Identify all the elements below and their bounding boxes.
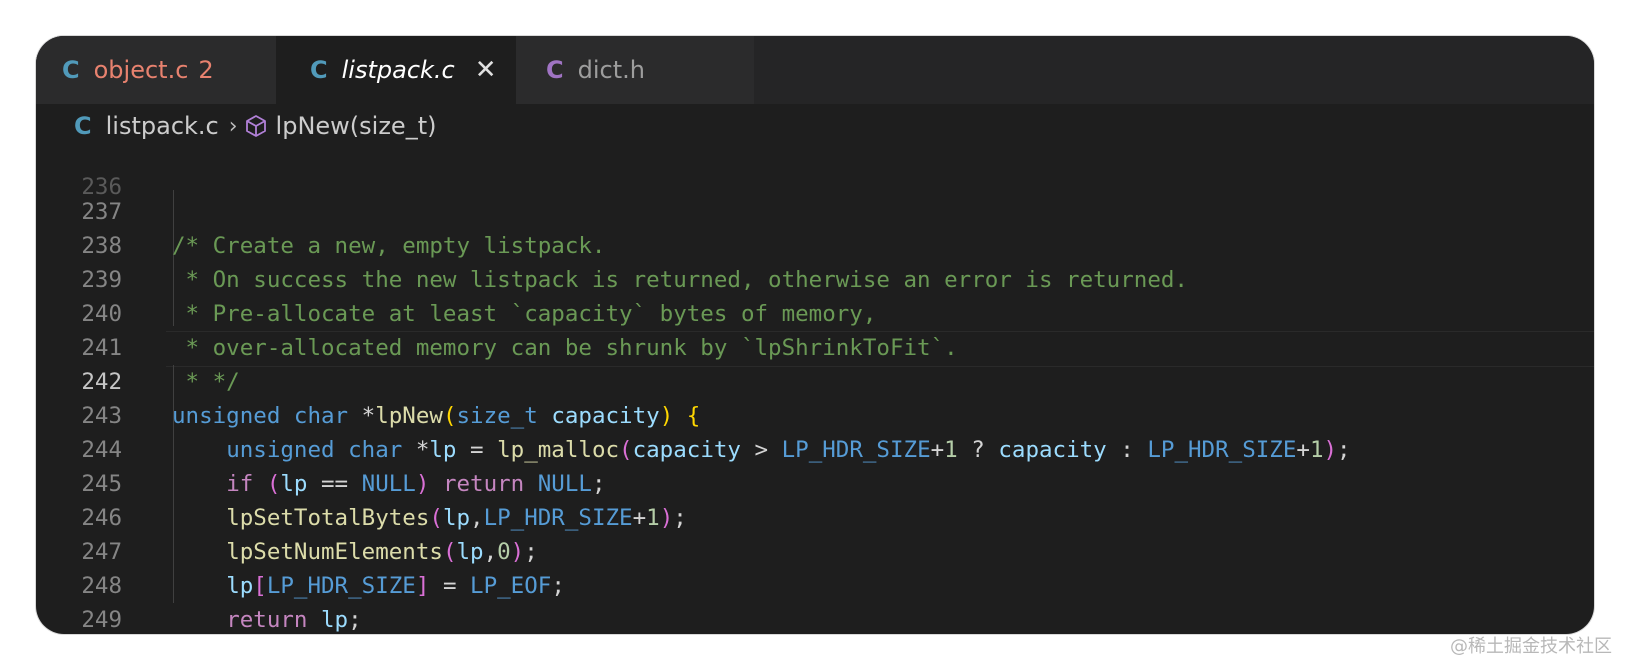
code-line: 246 lpSetNumElements(lp,0);: [36, 467, 1594, 565]
code-line-current: 242 unsigned char *lpNew(size_t capacity…: [36, 331, 1594, 429]
breadcrumb: C listpack.c › lpNew(size_t): [36, 104, 1594, 148]
tab-label: listpack.c: [341, 56, 455, 84]
close-icon[interactable]: ✕: [475, 55, 497, 85]
tab-bar: C object.c 2 C listpack.c ✕ C dict.h: [36, 36, 1594, 104]
code-line: 245 lpSetTotalBytes(lp,LP_HDR_SIZE+1);: [36, 433, 1594, 531]
code-line: 241 * */: [36, 297, 1594, 395]
code-line: 240 * over-allocated memory can be shrun…: [36, 263, 1594, 361]
tab-label: object.c: [93, 56, 189, 84]
code-line: 249 }: [36, 569, 1594, 633]
line-number: 249: [81, 607, 122, 633]
code-line: 238 * On success the new listpack is ret…: [36, 195, 1594, 293]
c-file-icon: C: [310, 56, 328, 84]
code-line: 243 unsigned char *lp = lp_malloc(capaci…: [36, 365, 1594, 463]
method-cube-icon: [245, 115, 266, 137]
code-text: return lp;: [226, 607, 362, 633]
code-line: 237 /* Create a new, empty listpack.: [36, 161, 1594, 259]
code-line: 239 * Pre-allocate at least `capacity` b…: [36, 229, 1594, 327]
tab-listpack-c[interactable]: C listpack.c ✕: [276, 36, 516, 104]
tab-label: dict.h: [577, 56, 645, 84]
chevron-right-icon: ›: [228, 113, 238, 139]
c-header-icon: C: [546, 56, 564, 84]
code-line: 247 lp[LP_HDR_SIZE] = LP_EOF;: [36, 501, 1594, 599]
code-line: 248 return lp;: [36, 535, 1594, 633]
watermark: @稀土掘金技术社区: [1450, 636, 1612, 657]
code-line: 244 if (lp == NULL) return NULL;: [36, 399, 1594, 497]
breadcrumb-symbol[interactable]: lpNew(size_t): [276, 112, 437, 140]
c-file-icon: C: [62, 56, 80, 84]
c-file-icon: C: [74, 112, 92, 140]
tab-dict-h[interactable]: C dict.h: [516, 36, 754, 104]
tab-object-c[interactable]: C object.c 2: [36, 36, 276, 104]
breadcrumb-file[interactable]: listpack.c: [106, 112, 219, 140]
editor-window: C object.c 2 C listpack.c ✕ C dict.h C l…: [36, 36, 1594, 634]
code-editor[interactable]: 236 237 /* Create a new, empty listpack.…: [36, 148, 1594, 634]
problem-count-badge: 2: [198, 56, 214, 84]
